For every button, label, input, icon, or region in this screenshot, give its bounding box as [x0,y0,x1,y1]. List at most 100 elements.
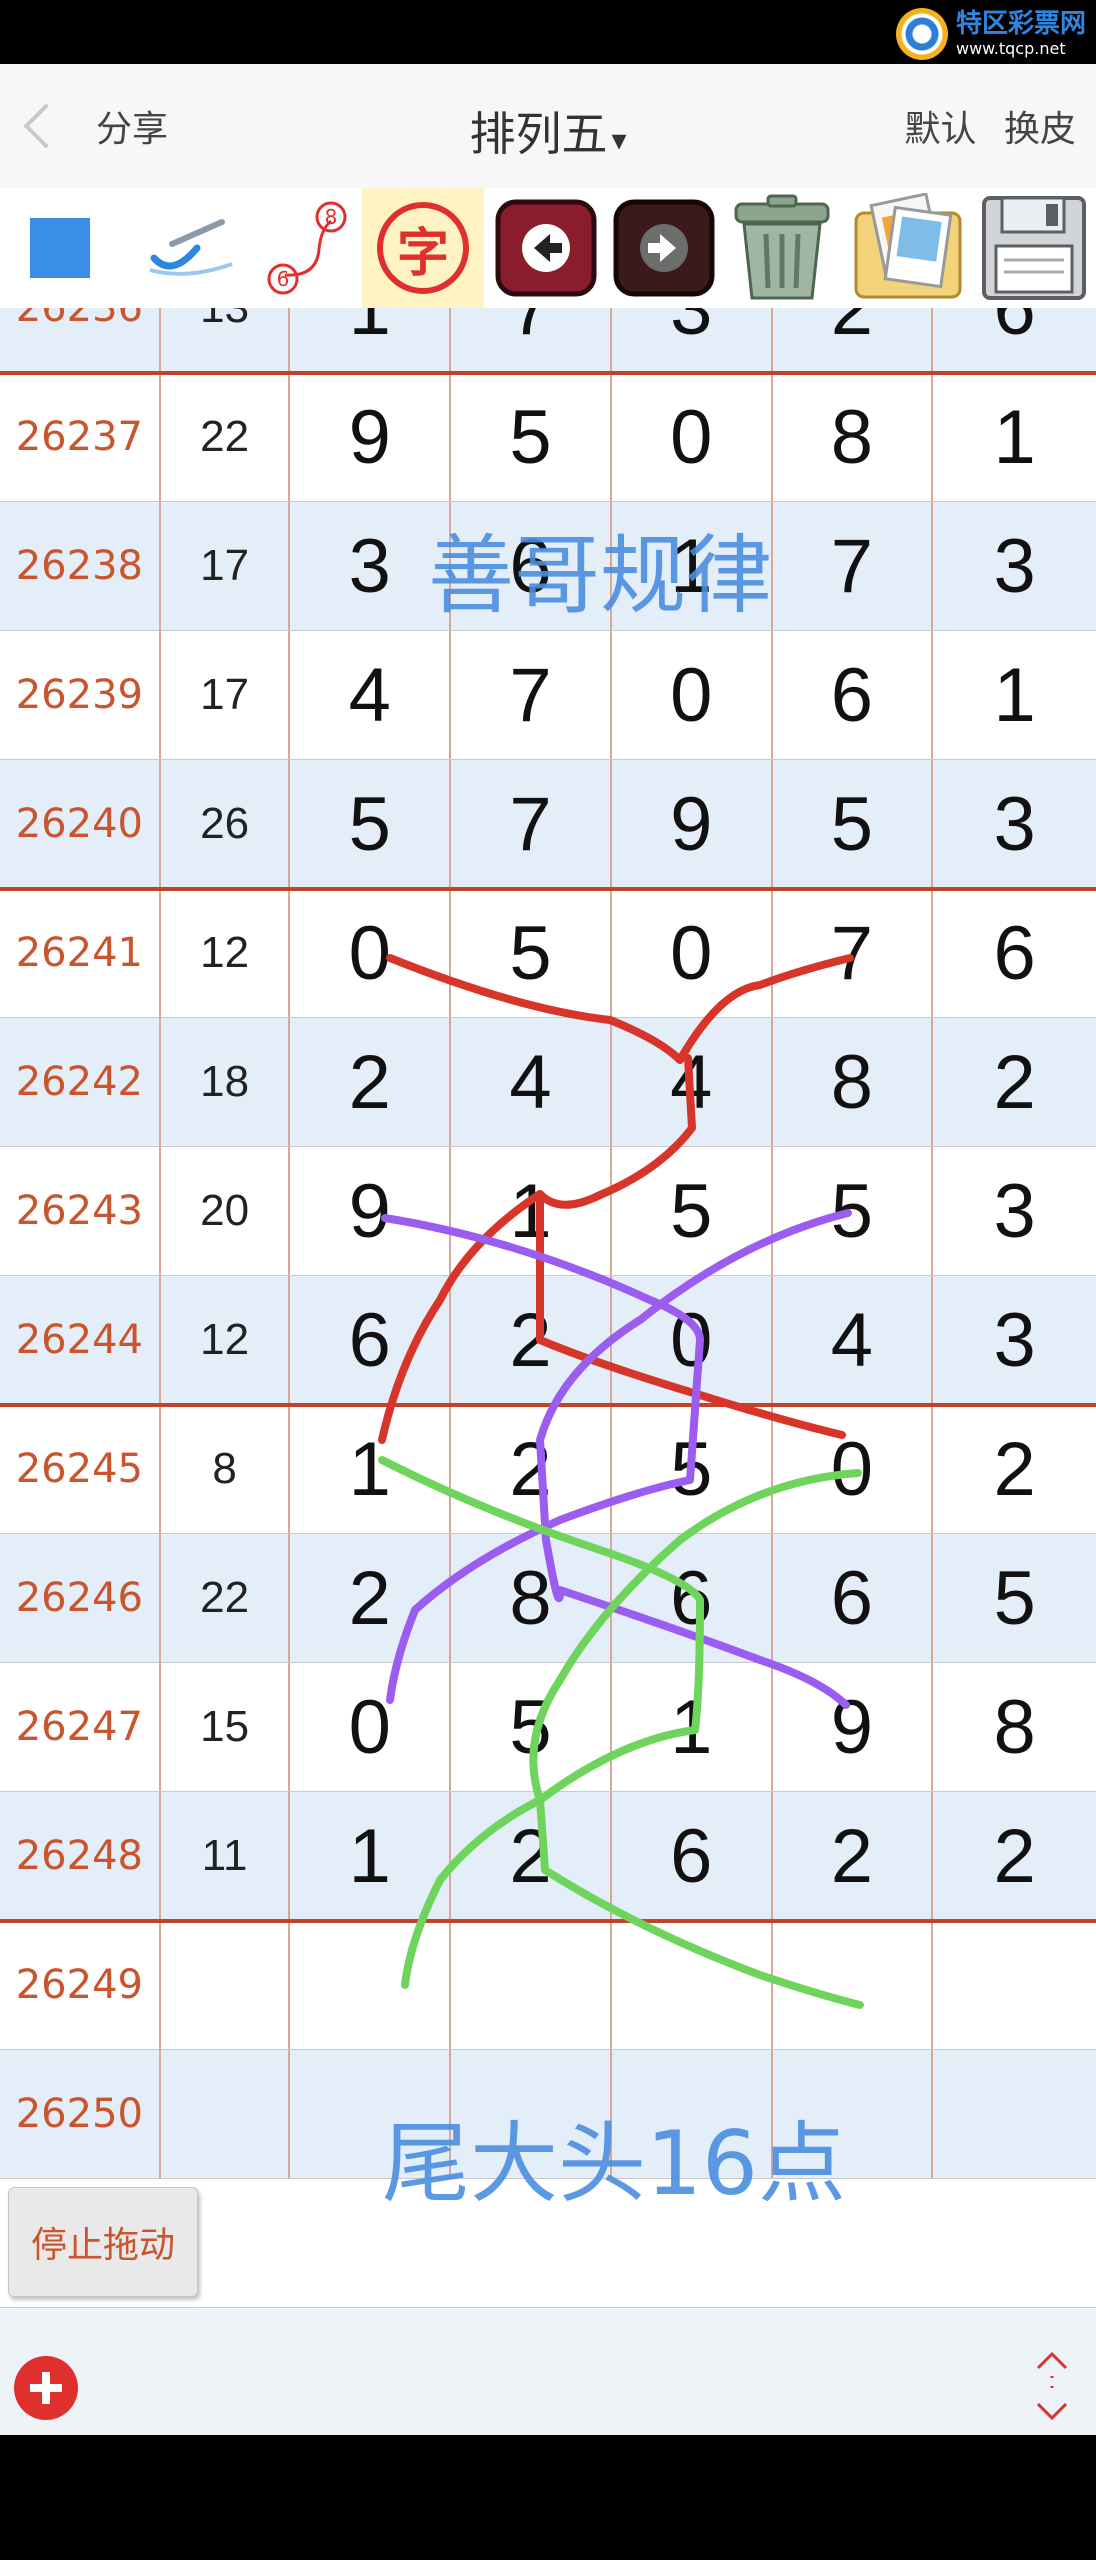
table-row[interactable]: 26243 20 9 1 5 5 3 [0,1147,1096,1276]
digit-cell: 3 [993,1297,1036,1383]
color-square-icon[interactable] [0,188,120,308]
digit-cell: 2 [290,1018,452,1146]
stop-drag-button[interactable]: 停止拖动 [8,2187,198,2297]
digit-cell: 1 [290,308,452,372]
digit-cell: 2 [993,1039,1036,1125]
table-row[interactable]: 26237 22 9 5 0 8 1 [0,373,1096,502]
sum-cell: 11 [161,1792,291,1920]
issue-number-cell: 26250 [0,2050,161,2178]
sum-cell: 20 [161,1147,291,1275]
digit-cell: 5 [451,373,612,501]
digit-cell: 0 [612,373,773,501]
digit-cell: 6 [773,631,934,759]
table-row[interactable]: 26247 15 0 5 1 9 8 [0,1663,1096,1792]
issue-number-cell: 26242 [0,1018,161,1146]
table-row[interactable]: 26245 8 1 2 5 0 2 [0,1405,1096,1534]
digit-cell: 5 [773,760,934,888]
digit-cell: 3 [993,1168,1036,1254]
table-row[interactable]: 26244 12 6 2 0 4 3 [0,1276,1096,1405]
digit-cell: 5 [290,760,452,888]
digit-cell: 5 [451,889,612,1017]
default-button[interactable]: 默认 [905,109,977,150]
table-row[interactable]: 26246 22 2 8 6 6 5 [0,1534,1096,1663]
line-draw-icon[interactable]: 8 6 [250,188,360,308]
issue-number-cell: 26245 [0,1405,161,1533]
sum-cell [161,1921,291,2049]
plus-circle-icon[interactable] [14,2356,78,2420]
table-row[interactable]: 26239 17 4 7 0 6 1 [0,631,1096,760]
digit-cell: 9 [290,1147,452,1275]
issue-number-cell: 26249 [0,1921,161,2049]
digit-cell: 6 [993,910,1036,996]
digit-cell [451,1921,612,2049]
issue-number-cell: 26246 [0,1534,161,1662]
digit-cell: 5 [773,1147,934,1275]
pen-check-icon[interactable] [132,188,252,308]
issue-number-cell: 26240 [0,760,161,888]
digit-cell: 2 [993,1813,1036,1899]
digit-cell: 6 [290,1276,452,1404]
header-actions: 默认 换皮 [889,100,1076,152]
group-separator [0,887,1096,891]
digit-cell: 9 [612,760,773,888]
top-app-bar: 分享 排列五 ▾ 默认 换皮 [0,64,1096,189]
watermark-url: www.tqcp.net [955,39,1066,58]
save-disk-icon[interactable] [972,188,1096,308]
digit-cell [290,1921,452,2049]
digit-cell: 1 [993,652,1036,738]
sum-cell: 12 [161,1276,291,1404]
digit-cell: 0 [612,631,773,759]
digit-cell: 7 [451,760,612,888]
undo-arrow-icon[interactable] [490,188,602,308]
title-text: 排列五 [469,107,608,161]
digit-cell: 1 [290,1405,452,1533]
table-row[interactable]: 26236131732 6 [0,308,1096,373]
sum-cell: 8 [161,1405,291,1533]
issue-number-cell: 26247 [0,1663,161,1791]
sum-cell: 15 [161,1663,291,1791]
issue-number-cell: 26238 [0,502,161,630]
sum-cell [161,2050,291,2178]
digit-cell: 0 [612,889,773,1017]
digit-cell: 9 [773,1663,934,1791]
redo-arrow-icon[interactable] [608,188,720,308]
text-char-icon[interactable]: 字 [362,188,484,308]
table-row[interactable]: 26241 12 0 5 0 7 6 [0,889,1096,1018]
digit-cell [773,1921,934,2049]
digit-cell: 0 [612,1276,773,1404]
watermark-name: 特区彩票网 [955,9,1086,39]
sum-cell: 12 [161,889,291,1017]
annotation-top: 善哥规律 [428,526,772,626]
trash-can-icon[interactable] [722,188,842,308]
issue-number-cell: 26248 [0,1792,161,1920]
digit-cell: 7 [451,631,612,759]
change-skin-button[interactable]: 换皮 [1004,109,1076,150]
table-row[interactable]: 26248 11 1 2 6 2 2 [0,1792,1096,1921]
table-row[interactable]: 26242 18 2 4 4 8 2 [0,1018,1096,1147]
lottery-logo-icon [895,8,948,60]
digit-cell [933,2050,1096,2178]
digit-cell: 1 [290,1792,452,1920]
digit-cell: 1 [993,394,1036,480]
digit-cell: 1 [612,1663,773,1791]
digit-cell: 0 [290,1663,452,1791]
scroll-updown-icon[interactable] [1030,2348,1074,2424]
digit-cell: 7 [773,502,934,630]
digit-cell: 8 [773,373,934,501]
digit-cell: 2 [290,1534,452,1662]
table-row[interactable]: 26240 26 5 7 9 5 3 [0,760,1096,889]
digit-cell: 4 [451,1018,612,1146]
caret-down-icon: ▾ [611,123,627,158]
sum-cell: 13 [161,308,291,372]
digit-cell [933,1921,1096,2049]
issue-number-cell: 26244 [0,1276,161,1404]
digit-cell: 3 [993,523,1036,609]
line-badge-top: 8 [325,205,338,229]
table-row[interactable]: 26249 [0,1921,1096,2050]
issue-number-cell: 26236 [0,308,161,372]
sum-cell: 22 [161,373,291,501]
digit-cell: 2 [773,308,934,372]
watermark-logo: 特区彩票网 www.tqcp.net [895,6,1086,62]
digit-cell [612,1921,773,2049]
photo-album-icon[interactable] [846,188,970,308]
